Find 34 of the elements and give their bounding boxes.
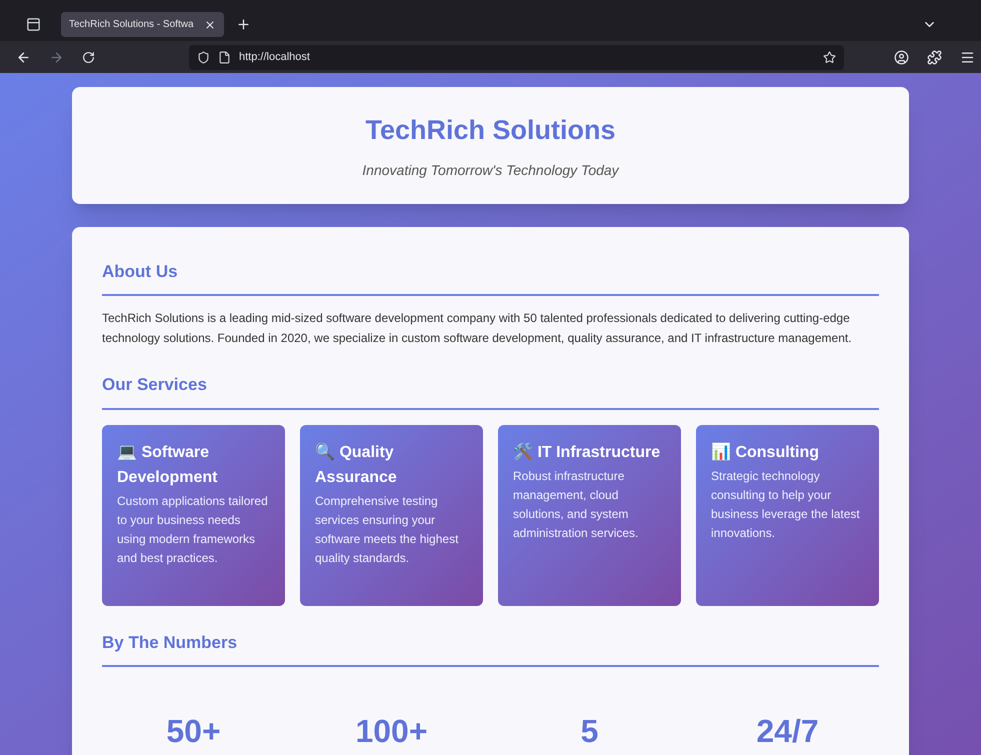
service-title: 🔍 Quality Assurance xyxy=(315,442,398,488)
extensions-icon[interactable] xyxy=(927,50,942,64)
about-paragraph: TechRich Solutions is a leading mid-sized software development company with 50 talented professionals dedicated to delivering cutting-edge technology solutions. Founded in 2020, we specialize in custom software development, quality assurance, and IT infrastructure management. xyxy=(102,310,853,347)
menu-icon[interactable] xyxy=(960,50,975,64)
forward-icon[interactable] xyxy=(49,50,64,64)
service-title: 📊 Consulting xyxy=(711,442,820,462)
service-description: Strategic technology consulting to help your business leverage the latest innovations. xyxy=(711,468,861,542)
bookmark-star-icon[interactable] xyxy=(823,50,836,64)
page-icon[interactable] xyxy=(218,50,231,64)
stat-number: 100+ xyxy=(355,712,428,751)
stat-number: 24/7 xyxy=(756,712,819,751)
section-heading: About Us xyxy=(102,258,879,296)
new-tab-icon[interactable] xyxy=(236,17,251,32)
stat-number: 5 xyxy=(580,712,598,751)
section-heading: Our Services xyxy=(102,372,879,410)
shield-icon[interactable] xyxy=(197,50,210,64)
stat-number: 50+ xyxy=(166,712,221,751)
address-text: http://localhost xyxy=(239,50,311,65)
reload-icon[interactable] xyxy=(82,50,95,64)
service-description: Custom applications tailored to your business needs using modern frameworks and best practices. xyxy=(117,492,269,566)
section-heading: By The Numbers xyxy=(102,630,879,667)
service-description: Comprehensive testing services ensuring your software meets the highest quality standards. xyxy=(315,492,460,566)
browser-tab[interactable]: TechRich Solutions - Softwa xyxy=(61,12,224,37)
back-icon[interactable] xyxy=(16,50,31,64)
account-icon[interactable] xyxy=(894,50,909,64)
close-icon[interactable] xyxy=(204,18,216,30)
tab-list-icon[interactable] xyxy=(26,17,41,32)
service-title: 💻 Software Development xyxy=(117,442,218,488)
tab-title: TechRich Solutions - Softwa xyxy=(69,18,195,32)
service-description: Robust infrastructure management, cloud solutions, and system administration services. xyxy=(513,468,640,542)
service-title: 🛠 IT Infrastructure xyxy=(513,442,662,462)
address-bar[interactable]: http://localhost xyxy=(189,44,844,70)
site-title: TechRich Solutions xyxy=(365,114,616,146)
site-tagline: Innovating Tomorrow's Technology Today xyxy=(362,161,619,180)
